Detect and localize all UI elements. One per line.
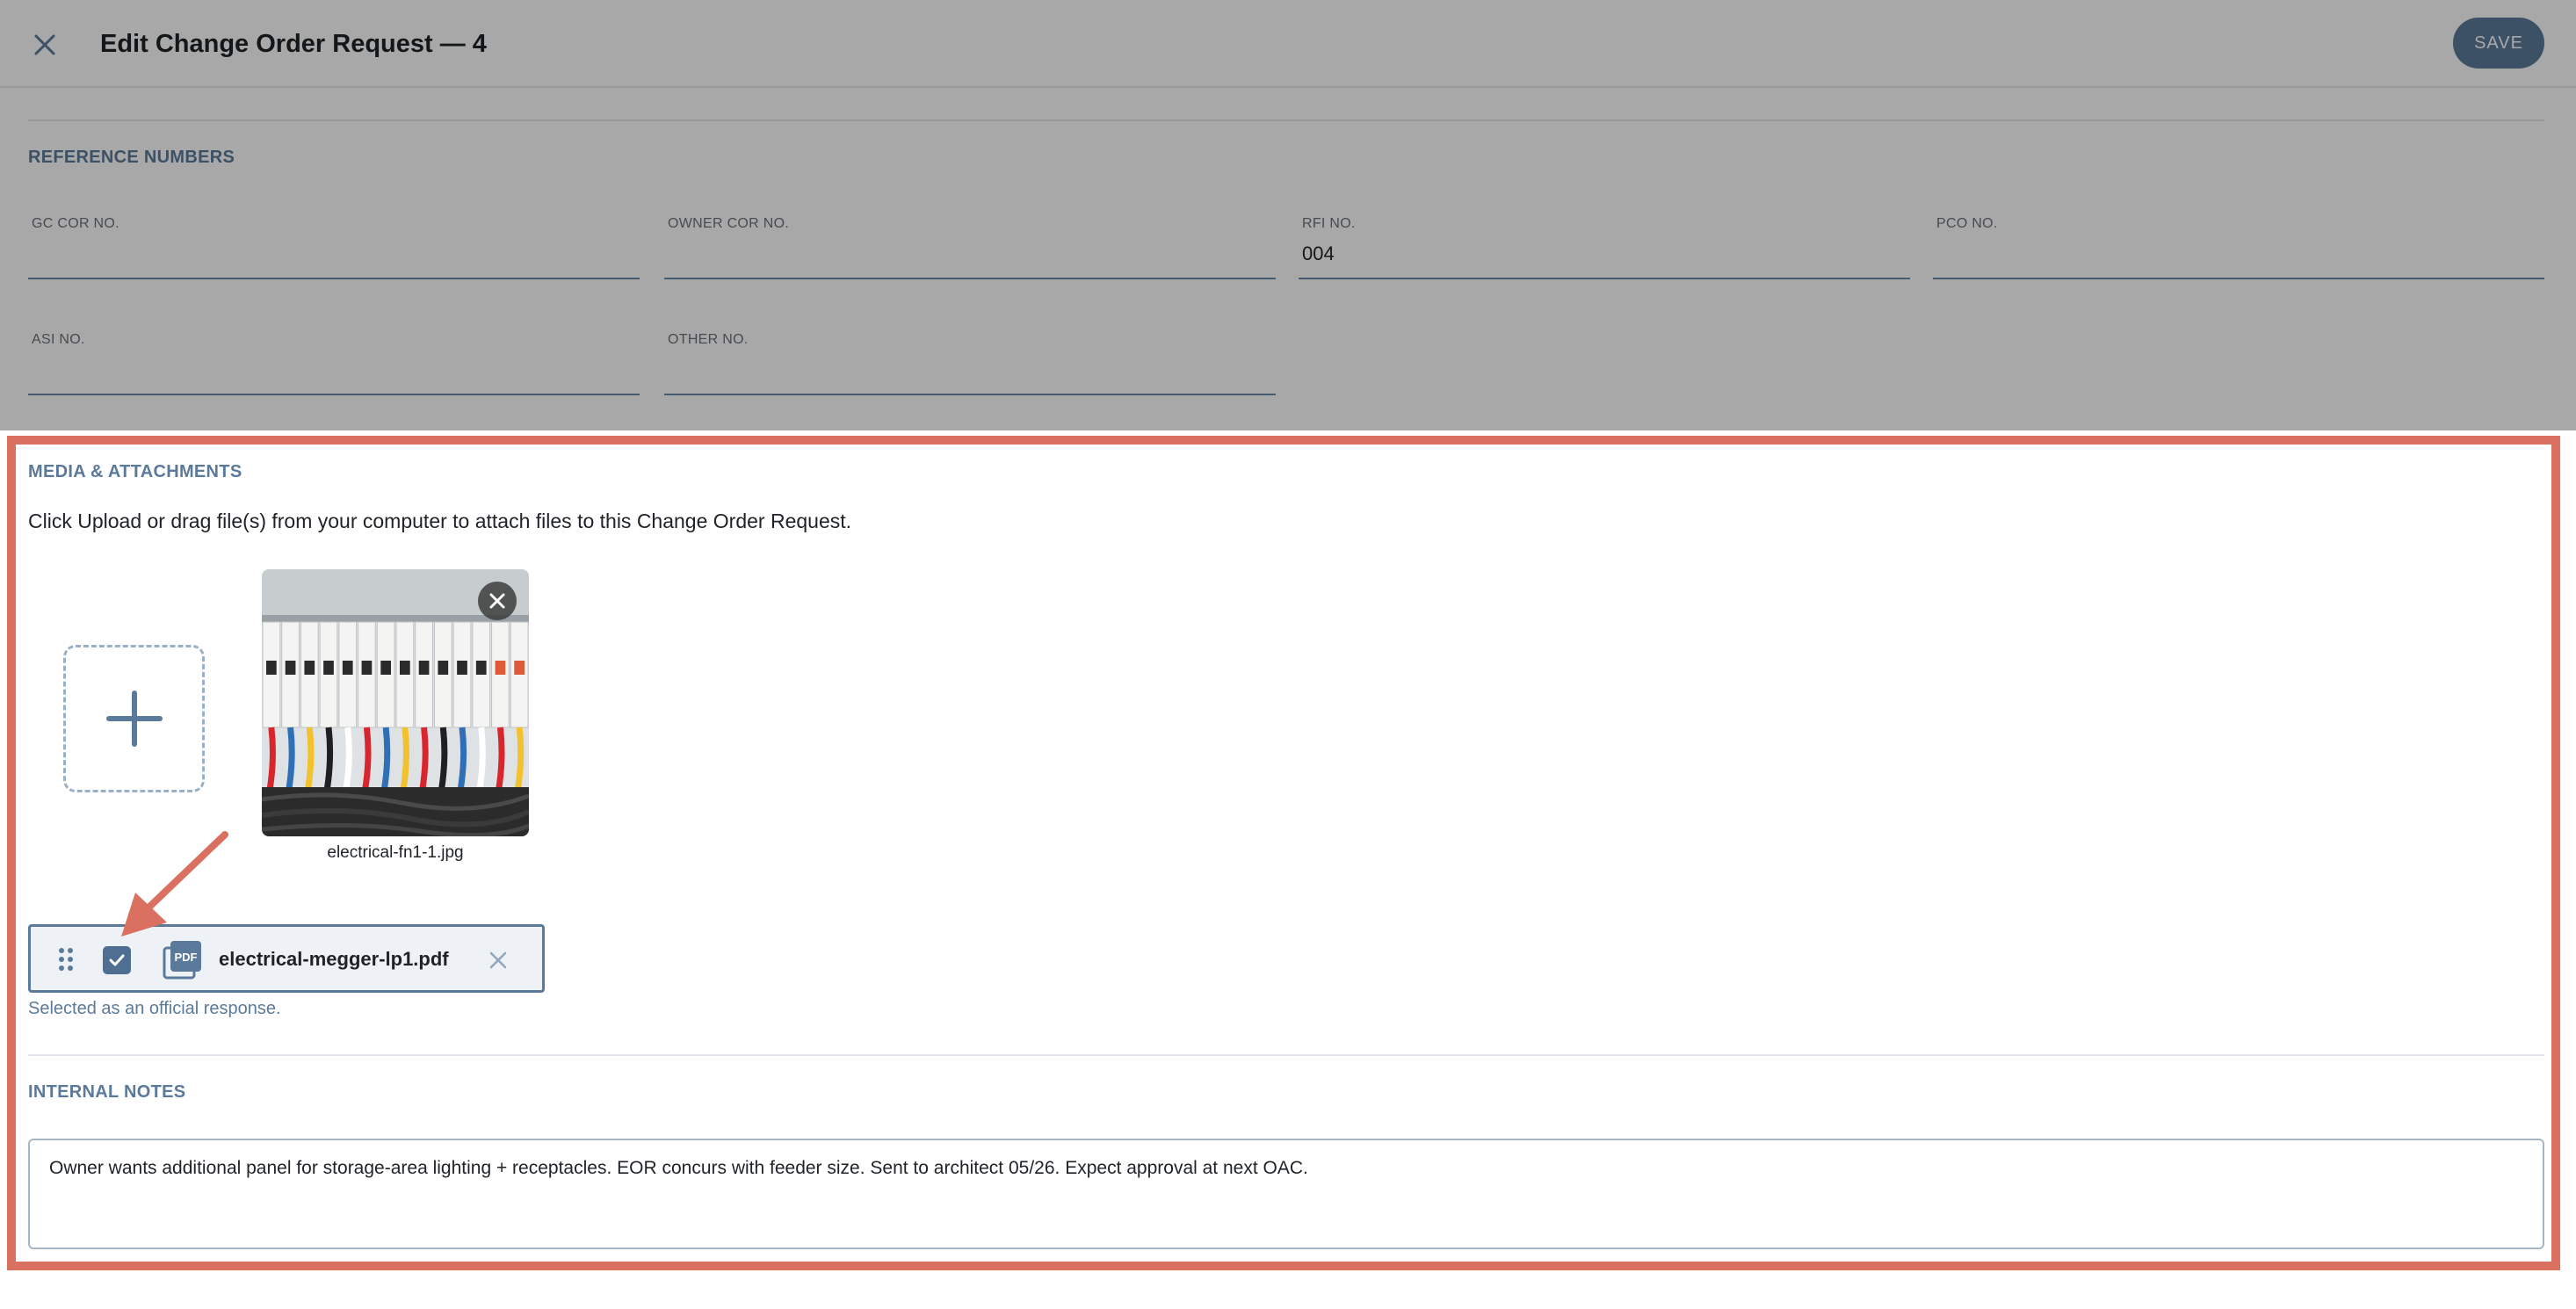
page-footer bbox=[0, 1290, 2576, 1309]
remove-image-button[interactable] bbox=[478, 582, 517, 620]
checkmark-icon bbox=[109, 954, 125, 966]
drag-handle-icon[interactable] bbox=[57, 946, 75, 973]
upload-button[interactable] bbox=[63, 645, 205, 792]
close-icon bbox=[489, 593, 505, 609]
pdf-file-icon: PDF bbox=[163, 939, 203, 980]
dim-overlay bbox=[0, 0, 2576, 430]
official-response-status: Selected as an official response. bbox=[28, 999, 281, 1018]
file-attachment-row[interactable]: PDF electrical-megger-lp1.pdf bbox=[28, 924, 545, 993]
plus-icon bbox=[105, 691, 163, 747]
pdf-icon-label: PDF bbox=[175, 951, 198, 964]
remove-file-button[interactable] bbox=[484, 946, 512, 974]
media-attachments-heading: MEDIA & ATTACHMENTS bbox=[28, 462, 242, 481]
internal-notes-textarea[interactable]: Owner wants additional panel for storage… bbox=[28, 1139, 2544, 1249]
upload-instructions: Click Upload or drag file(s) from your c… bbox=[28, 510, 852, 532]
file-attachment-name: electrical-megger-lp1.pdf bbox=[219, 948, 449, 970]
official-response-checkbox[interactable] bbox=[103, 946, 131, 974]
internal-notes-heading: INTERNAL NOTES bbox=[28, 1082, 186, 1102]
image-filename: electrical-fn1-1.jpg bbox=[327, 843, 464, 862]
section-divider bbox=[28, 1054, 2544, 1056]
close-icon bbox=[489, 951, 507, 969]
